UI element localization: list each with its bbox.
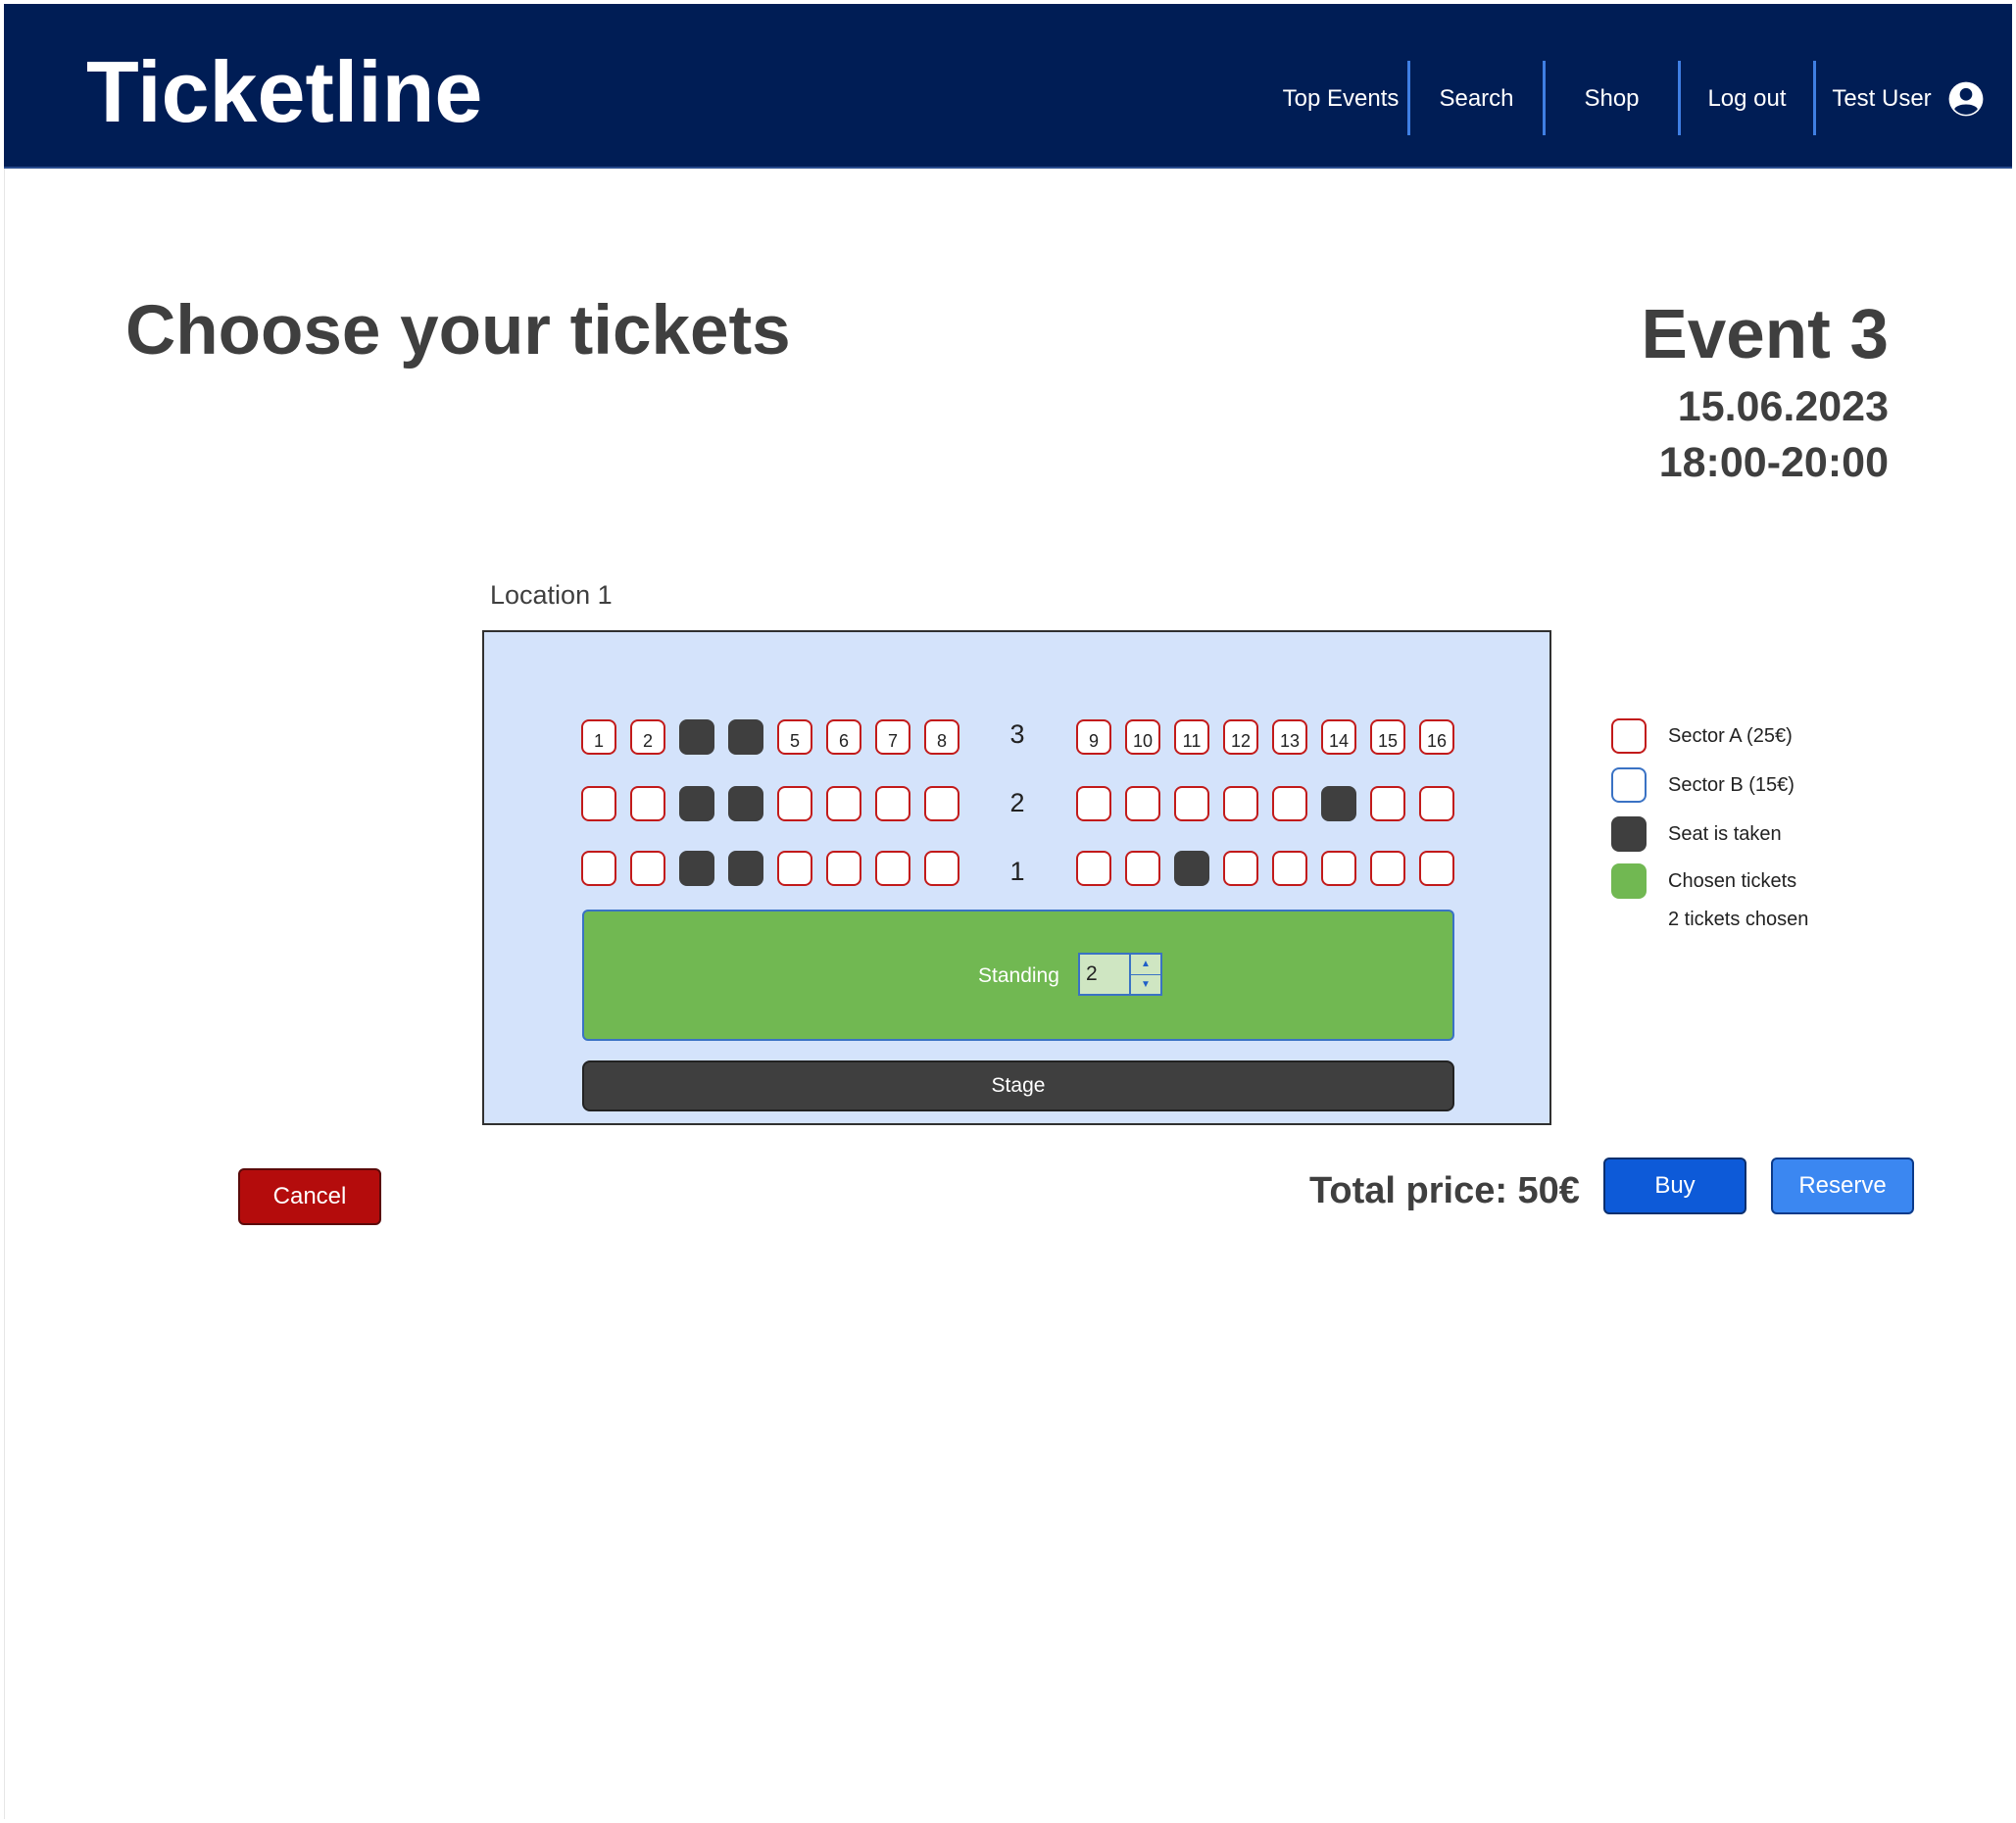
nav-separator: [1813, 61, 1816, 135]
account-circle-icon: [1948, 81, 1984, 117]
seat-row3-15[interactable]: 15: [1370, 719, 1405, 755]
stepper-up-icon[interactable]: ▲: [1131, 955, 1160, 975]
seat-row1-9[interactable]: [1076, 851, 1111, 886]
cancel-button[interactable]: Cancel: [238, 1168, 381, 1225]
tickets-chosen-count: 2 tickets chosen: [1668, 909, 1809, 930]
seat-row1-1[interactable]: [581, 851, 616, 886]
seat-row3-8[interactable]: 8: [924, 719, 959, 755]
user-menu[interactable]: Test User: [1825, 63, 1991, 135]
seat-row2-8[interactable]: [924, 786, 959, 821]
seat-row3-14[interactable]: 14: [1321, 719, 1356, 755]
row-label-1: 1: [1009, 857, 1025, 886]
seat-row2-10[interactable]: [1125, 786, 1160, 821]
seat-row2-6[interactable]: [826, 786, 861, 821]
chosen-swatch: [1611, 863, 1647, 899]
standing-quantity-stepper[interactable]: 2 ▲ ▼: [1078, 953, 1162, 996]
nav-search[interactable]: Search: [1410, 63, 1543, 135]
seat-row3-7[interactable]: 7: [875, 719, 910, 755]
seat-row1-15[interactable]: [1370, 851, 1405, 886]
nav-top-events[interactable]: Top Events: [1274, 63, 1407, 135]
seat-row2-11[interactable]: [1174, 786, 1209, 821]
seat-row1-10[interactable]: [1125, 851, 1160, 886]
total-price: Total price: 50€: [1309, 1170, 1580, 1211]
seat-row3-13[interactable]: 13: [1272, 719, 1307, 755]
event-date: 15.06.2023: [1677, 383, 1889, 430]
seat-row3-3-taken: [679, 719, 714, 755]
legend-sector-a-label: Sector A (25€): [1668, 724, 1793, 747]
seat-row1-11-taken: [1174, 851, 1209, 886]
seat-row3-4-taken: [728, 719, 763, 755]
seat-row3-2[interactable]: 2: [630, 719, 665, 755]
seat-row1-13[interactable]: [1272, 851, 1307, 886]
nav-shop[interactable]: Shop: [1546, 63, 1678, 135]
seat-row2-3-taken: [679, 786, 714, 821]
legend-sector-b: Sector B (15€): [1611, 767, 1795, 803]
legend-chosen: Chosen tickets: [1611, 863, 1796, 899]
seat-row2-7[interactable]: [875, 786, 910, 821]
standing-label: Standing: [978, 964, 1059, 987]
seat-row3-6[interactable]: 6: [826, 719, 861, 755]
seat-row1-8[interactable]: [924, 851, 959, 886]
seat-row1-2[interactable]: [630, 851, 665, 886]
page-title: Choose your tickets: [125, 292, 791, 370]
brand-logo[interactable]: Ticketline: [86, 49, 482, 135]
standing-area[interactable]: Standing 2 ▲ ▼: [582, 910, 1454, 1041]
stage: Stage: [582, 1060, 1454, 1111]
event-time: 18:00-20:00: [1658, 439, 1889, 486]
seat-row3-16[interactable]: 16: [1419, 719, 1454, 755]
seat-row2-13[interactable]: [1272, 786, 1307, 821]
seat-row2-16[interactable]: [1419, 786, 1454, 821]
seat-row1-3-taken: [679, 851, 714, 886]
sector-b-swatch: [1611, 767, 1647, 803]
legend-sector-a: Sector A (25€): [1611, 718, 1793, 754]
legend-sector-b-label: Sector B (15€): [1668, 773, 1795, 796]
seat-row3-11[interactable]: 11: [1174, 719, 1209, 755]
legend-chosen-label: Chosen tickets: [1668, 869, 1797, 892]
top-navigation-bar: Ticketline Top Events Search Shop Log ou…: [4, 4, 2012, 169]
sector-a-swatch: [1611, 718, 1647, 754]
seat-row1-4-taken: [728, 851, 763, 886]
seat-row2-2[interactable]: [630, 786, 665, 821]
event-info: Event 3 15.06.2023 18:00-20:00: [1641, 300, 1889, 487]
seat-row2-12[interactable]: [1223, 786, 1258, 821]
user-name: Test User: [1832, 85, 1932, 112]
event-title: Event 3: [1641, 296, 1889, 373]
legend-taken: Seat is taken: [1611, 816, 1782, 852]
seat-row2-9[interactable]: [1076, 786, 1111, 821]
location-name: Location 1: [490, 580, 613, 610]
seat-row3-12[interactable]: 12: [1223, 719, 1258, 755]
seat-row2-14-taken: [1321, 786, 1356, 821]
seat-row1-14[interactable]: [1321, 851, 1356, 886]
seat-row3-10[interactable]: 10: [1125, 719, 1160, 755]
stepper-buttons: ▲ ▼: [1129, 955, 1160, 994]
seat-row1-16[interactable]: [1419, 851, 1454, 886]
seat-row2-1[interactable]: [581, 786, 616, 821]
taken-swatch: [1611, 816, 1647, 852]
standing-quantity-value[interactable]: 2: [1080, 955, 1129, 994]
legend-taken-label: Seat is taken: [1668, 822, 1782, 845]
seat-row1-6[interactable]: [826, 851, 861, 886]
seat-row3-5[interactable]: 5: [777, 719, 812, 755]
row-label-2: 2: [1009, 788, 1025, 817]
seat-row1-12[interactable]: [1223, 851, 1258, 886]
seat-row1-7[interactable]: [875, 851, 910, 886]
seat-row2-15[interactable]: [1370, 786, 1405, 821]
seat-row3-9[interactable]: 9: [1076, 719, 1111, 755]
reserve-button[interactable]: Reserve: [1771, 1158, 1914, 1214]
row-label-3: 3: [1009, 719, 1025, 749]
seat-row3-1[interactable]: 1: [581, 719, 616, 755]
seating-plan: 3 2 1 Standing 2 ▲ ▼ Stage 1 2 5 6 7 8 9 10 11 12…: [482, 630, 1551, 1125]
seat-row1-5[interactable]: [777, 851, 812, 886]
seat-row2-4-taken: [728, 786, 763, 821]
buy-button[interactable]: Buy: [1603, 1158, 1746, 1214]
stepper-down-icon[interactable]: ▼: [1131, 975, 1160, 995]
seat-row2-5[interactable]: [777, 786, 812, 821]
nav-log-out[interactable]: Log out: [1681, 63, 1813, 135]
